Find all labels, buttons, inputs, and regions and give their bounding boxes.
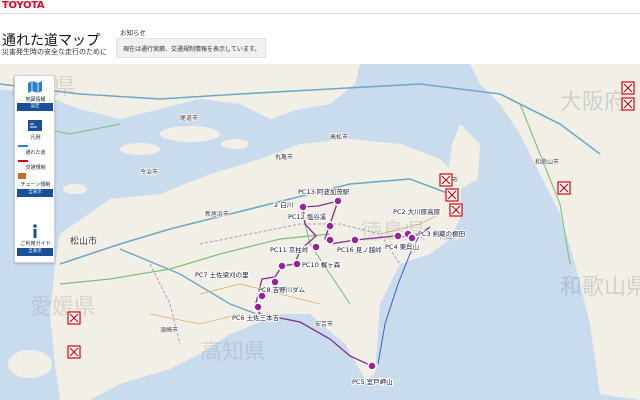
top-bar: TOYOTA [0, 0, 640, 14]
legend-regulation-label: 交通規制 [25, 165, 46, 171]
city-label: 和歌山市 [535, 158, 559, 166]
checkpoint-label: PC11 京柱峠 [270, 245, 309, 254]
checkpoint-marker[interactable] [393, 231, 403, 241]
checkpoint-label: PC2 大川原高原 [393, 207, 441, 216]
map-canvas[interactable]: 広島県 徳島県 愛媛県 高知県 和歌山県 大阪府 松山市 高松市 徳島市 和歌山… [0, 64, 640, 400]
land-island [8, 350, 52, 378]
regulation-icon[interactable] [621, 97, 635, 111]
checkpoint-label: PC4 東呉山 [385, 242, 419, 251]
checkpoint-marker[interactable] [253, 302, 263, 312]
region-label: 高知県 [200, 340, 266, 365]
checkpoint-marker[interactable] [367, 361, 377, 371]
land-island [120, 143, 160, 155]
region-label: 大阪府 [560, 90, 626, 115]
checkpoint-marker[interactable] [407, 233, 417, 243]
land-island [160, 126, 220, 142]
regulation-icon[interactable] [439, 173, 453, 187]
checkpoint-label: PC16 見ノ越峠 [337, 245, 382, 254]
page-subtitle: 災害発生時の安全な走行のために [2, 48, 107, 56]
notice-label: お知らせ [120, 29, 146, 37]
city-label: 高松市 [330, 133, 348, 141]
legend-chain-label: チェーン規制 [20, 182, 51, 188]
side-panel: 地図情報 設定 凡例 通れた道 交通規制 チェーン規制 全表示 ご利用ガイド 全… [14, 75, 55, 263]
regulation-icon[interactable] [557, 181, 571, 195]
region-label: 愛媛県 [30, 295, 96, 320]
map-icon [28, 81, 42, 93]
regulation-swatch [18, 159, 28, 162]
checkpoint-label: PC5 室戸岬山 [352, 377, 393, 386]
notice-text: 現在は通行実績、交通規制情報を表示しています。 [123, 46, 261, 53]
regulation-icon[interactable] [67, 311, 81, 325]
land-island [63, 184, 87, 194]
regulation-icon[interactable] [445, 188, 459, 202]
map-view[interactable]: 広島県 徳島県 愛媛県 高知県 和歌山県 大阪府 松山市 高松市 徳島市 和歌山… [0, 64, 640, 400]
checkpoint-marker[interactable] [311, 242, 321, 252]
city-label: 丸亀市 [275, 153, 293, 161]
legend-all-button[interactable]: 全表示 [17, 189, 53, 197]
checkpoint-label: PC8 吉野川ダム [258, 285, 306, 294]
checkpoint-marker[interactable] [350, 235, 360, 245]
city-label: 須崎市 [160, 326, 178, 334]
land-island [221, 139, 249, 149]
chain-swatch [18, 173, 26, 179]
checkpoint-label: PC7 土佐梁刈の里 [195, 270, 249, 279]
page: TOYOTA 通れた道マップ 災害発生時の安全な走行のために お知らせ 現在は通… [0, 0, 640, 400]
regulation-icon[interactable] [67, 345, 81, 359]
checkpoint-marker[interactable] [325, 221, 335, 231]
checkpoint-label: PC12 塩谷溪 [288, 212, 327, 221]
checkpoint-marker[interactable] [292, 259, 302, 269]
map-info-settings-button[interactable]: 設定 [17, 103, 53, 111]
checkpoint-marker[interactable] [298, 202, 308, 212]
guide-all-button[interactable]: 全表示 [17, 248, 53, 256]
legend-label: 凡例 [30, 135, 41, 141]
legend-chain [18, 173, 28, 180]
city-label: 松山市 [70, 235, 97, 247]
region-label: 和歌山県 [560, 275, 640, 300]
regulation-icon[interactable] [449, 203, 463, 217]
info-icon [33, 224, 37, 238]
legend-icon [28, 120, 42, 131]
checkpoint-label: PC10 梶ヶ森 [302, 260, 341, 269]
checkpoint-marker[interactable] [270, 277, 280, 287]
passable-swatch [18, 144, 28, 147]
checkpoint-label: 2 白川 [274, 200, 293, 209]
city-label: 今治市 [140, 168, 158, 176]
notice-box: 現在は通行実績、交通規制情報を表示しています。 [116, 38, 266, 58]
checkpoint-label: PC13 阿波加茂駅 [298, 187, 350, 196]
city-label: 安芸市 [315, 320, 333, 328]
city-label: 尾道市 [180, 114, 198, 122]
map-info-label: 地図情報 [25, 97, 46, 103]
region-label: 徳島県 [360, 220, 426, 245]
checkpoint-marker[interactable] [277, 261, 287, 271]
checkpoint-marker[interactable] [325, 235, 335, 245]
guide-label: ご利用ガイド [20, 241, 51, 247]
city-label: 新居浜市 [205, 210, 229, 218]
brand-logo[interactable]: TOYOTA [2, 0, 45, 11]
checkpoint-label: PC6 土佐三本吉 [232, 313, 280, 322]
checkpoint-label: PC3 剣蔵の棚田 [418, 229, 465, 238]
regulation-icon[interactable] [621, 81, 635, 95]
legend-passable-label: 通れた道 [25, 150, 46, 156]
checkpoint-marker[interactable] [333, 196, 343, 206]
